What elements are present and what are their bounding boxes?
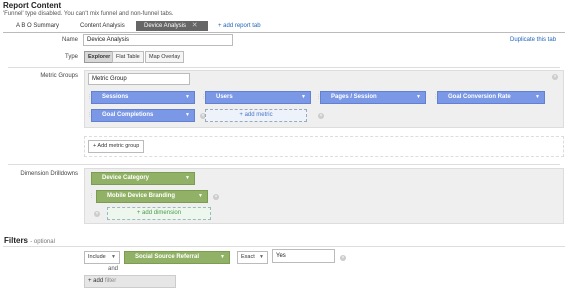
add-filter-button[interactable]: + add filter: [84, 275, 176, 288]
dimension-drilldowns-label: Dimension Drilldowns: [20, 171, 78, 177]
dimension-chip-label: Mobile Device Branding: [107, 193, 176, 199]
chevron-down-icon[interactable]: ▼: [220, 252, 225, 263]
chevron-down-icon[interactable]: ▼: [185, 110, 190, 121]
add-filter-word: filter: [104, 278, 117, 284]
filters-optional-text: - optional: [30, 239, 55, 245]
add-metric-group-button[interactable]: + Add metric group: [88, 140, 145, 153]
and-label: and: [108, 266, 119, 272]
remove-icon[interactable]: ×: [213, 194, 219, 200]
chevron-down-icon: ▼: [259, 254, 264, 260]
chevron-down-icon[interactable]: ▼: [185, 173, 190, 184]
divider: [8, 67, 560, 68]
duplicate-tab-link[interactable]: Duplicate this tab: [510, 37, 556, 43]
add-report-tab-link[interactable]: + add report tab: [218, 21, 261, 31]
metric-group-name-input[interactable]: Metric Group: [88, 73, 190, 85]
metric-chip-goal-completions[interactable]: Goal Completions ▼: [91, 109, 195, 122]
add-metric-dropzone[interactable]: + add metric: [205, 109, 307, 122]
chevron-down-icon[interactable]: ▼: [301, 92, 306, 103]
close-icon[interactable]: ✕: [192, 22, 198, 29]
type-flat-table-button[interactable]: Flat Table: [112, 51, 144, 63]
metric-chip-label: Users: [216, 94, 233, 100]
dimension-chip-device-category[interactable]: Device Category ▼: [91, 172, 195, 185]
drag-handle-icon[interactable]: ⋮: [89, 193, 94, 199]
filter-include-label: Include: [88, 254, 106, 260]
metric-groups-label: Metric Groups: [40, 73, 78, 79]
divider: [3, 246, 565, 247]
filter-dimension-chip[interactable]: Social Source Referral ▼: [124, 251, 230, 264]
funnel-disabled-note: 'Funnel' type disabled. You can't mix fu…: [3, 11, 174, 17]
type-label: Type: [64, 54, 78, 60]
tabs-underline: [3, 32, 565, 33]
metric-chip-label: Sessions: [102, 94, 129, 100]
metric-chip-label: Pages / Session: [331, 94, 377, 100]
metric-chip-sessions[interactable]: Sessions ▼: [91, 91, 195, 104]
filter-dimension-label: Social Source Referral: [135, 254, 200, 260]
chevron-down-icon[interactable]: ▼: [535, 92, 540, 103]
report-content-title: Report Content: [3, 1, 62, 10]
tab-abo-summary[interactable]: A B O Summary: [16, 21, 59, 31]
dimension-chip-label: Device Category: [102, 175, 150, 181]
metric-chip-goal-conversion-rate[interactable]: Goal Conversion Rate ▼: [437, 91, 545, 104]
chevron-down-icon: ▼: [111, 254, 116, 260]
chevron-down-icon[interactable]: ▼: [416, 92, 421, 103]
remove-filter-icon[interactable]: ×: [340, 255, 346, 261]
filter-include-select[interactable]: Include ▼: [84, 251, 120, 264]
remove-icon[interactable]: ×: [318, 113, 324, 119]
type-explorer-button[interactable]: Explorer: [84, 51, 115, 63]
remove-icon[interactable]: ×: [94, 211, 100, 217]
remove-group-icon[interactable]: ×: [552, 74, 558, 80]
metric-chip-label: Goal Conversion Rate: [448, 94, 511, 100]
tab-device-analysis-label: Device Analysis: [144, 23, 187, 29]
add-filter-prefix: + add: [88, 278, 104, 284]
filters-title: Filters - optional: [4, 236, 55, 245]
divider: [8, 164, 560, 165]
filters-title-text: Filters: [4, 236, 29, 245]
metric-chip-users[interactable]: Users ▼: [205, 91, 311, 104]
tab-content-analysis[interactable]: Content Analysis: [80, 21, 125, 31]
add-metric-group-area: [84, 136, 564, 157]
tab-name-input[interactable]: Device Analysis: [83, 34, 233, 46]
type-map-overlay-button[interactable]: Map Overlay: [145, 51, 185, 63]
metric-chip-label: Goal Completions: [102, 112, 154, 118]
chevron-down-icon[interactable]: ▼: [185, 92, 190, 103]
tab-device-analysis[interactable]: Device Analysis ✕: [136, 21, 208, 31]
filter-match-select[interactable]: Exact ▼: [237, 251, 268, 264]
add-dimension-dropzone[interactable]: + add dimension: [107, 207, 211, 220]
chevron-down-icon[interactable]: ▼: [198, 191, 203, 202]
filter-match-label: Exact: [241, 254, 255, 260]
dimension-chip-mobile-device-branding[interactable]: Mobile Device Branding ▼: [96, 190, 208, 203]
filter-value-input[interactable]: Yes: [272, 249, 335, 263]
name-label: Name: [61, 37, 78, 43]
metric-chip-pages-per-session[interactable]: Pages / Session ▼: [320, 91, 426, 104]
